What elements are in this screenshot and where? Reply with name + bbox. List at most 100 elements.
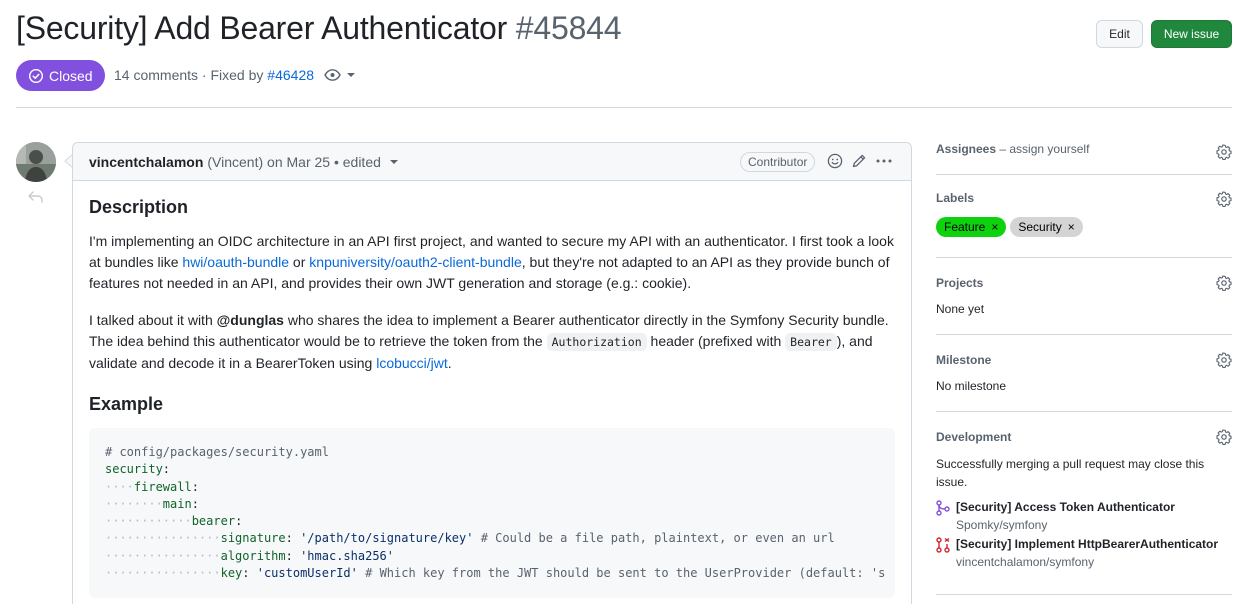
label-name: Feature bbox=[944, 220, 986, 234]
code-key: algorithm bbox=[220, 548, 286, 563]
sidebar-assignees: Assignees – assign yourself bbox=[936, 138, 1232, 175]
code-colon: : bbox=[191, 496, 199, 511]
git-merged-icon bbox=[936, 500, 950, 516]
kebab-horizontal-icon[interactable] bbox=[875, 153, 893, 169]
issue-comment: vincentchalamon (Vincent) on Mar 25 • ed… bbox=[72, 142, 912, 604]
status-badge: Closed bbox=[16, 60, 105, 91]
code-colon: : bbox=[162, 462, 171, 477]
avatar[interactable] bbox=[16, 142, 56, 182]
code-line: ················signature: '/path/to/sig… bbox=[105, 530, 879, 547]
smiley-icon[interactable] bbox=[827, 153, 843, 169]
status-label: Closed bbox=[49, 67, 93, 84]
issue-title-text: [Security] Add Bearer Authenticator bbox=[16, 10, 508, 46]
assign-yourself-link[interactable]: – assign yourself bbox=[996, 142, 1089, 156]
eye-icon bbox=[324, 69, 341, 81]
code-indent: ················ bbox=[105, 548, 221, 563]
code-value: 'hmac.sha256' bbox=[300, 548, 394, 563]
comment-header: vincentchalamon (Vincent) on Mar 25 • ed… bbox=[73, 143, 911, 181]
link-lcobucci-jwt[interactable]: lcobucci/jwt bbox=[376, 355, 448, 371]
gear-icon[interactable] bbox=[1216, 429, 1232, 445]
code-block: # config/packages/security.yaml security:… bbox=[89, 428, 895, 599]
mention-dunglas[interactable]: @dunglas bbox=[217, 312, 284, 328]
sidebar-development: Development Successfully merging a pull … bbox=[936, 412, 1232, 595]
milestone-title: Milestone bbox=[936, 353, 992, 367]
issue-title: [Security] Add Bearer Authenticator #458… bbox=[16, 10, 622, 47]
git-pr-closed-icon bbox=[936, 537, 950, 553]
labels-title: Labels bbox=[936, 191, 975, 205]
fixed-by-link[interactable]: #46428 bbox=[267, 67, 314, 83]
remove-icon[interactable]: × bbox=[1068, 220, 1075, 234]
comment-meta[interactable]: (Vincent) on Mar 25 • edited bbox=[207, 154, 381, 170]
text: . bbox=[447, 355, 452, 371]
sidebar: Assignees – assign yourself Labels Featu… bbox=[936, 138, 1232, 595]
reply-icon bbox=[28, 191, 43, 203]
pr-repo[interactable]: Spomky/symfony bbox=[956, 515, 1175, 535]
code-key: signature bbox=[220, 531, 286, 546]
issue-closed-icon bbox=[28, 68, 44, 83]
linked-pr[interactable]: [Security] Implement HttpBearerAuthentic… bbox=[936, 536, 1232, 572]
code-value: 'customUserId' bbox=[256, 566, 358, 581]
projects-title: Projects bbox=[936, 276, 984, 290]
code-key: main bbox=[162, 496, 192, 511]
milestone-value: No milestone bbox=[936, 379, 1007, 393]
assignees-title: Assignees bbox=[936, 142, 997, 156]
gear-icon[interactable] bbox=[1216, 191, 1232, 207]
code-key: bearer bbox=[191, 514, 236, 529]
code-line: ················key: 'customUserId' # Wh… bbox=[105, 565, 885, 582]
fixed-by-prefix: · Fixed by bbox=[198, 67, 268, 83]
comment-body: Description I'm implementing an OIDC arc… bbox=[73, 181, 911, 604]
development-text: Successfully merging a pull request may … bbox=[936, 457, 1205, 489]
label-feature[interactable]: Feature × bbox=[936, 217, 1007, 237]
pencil-icon[interactable] bbox=[851, 153, 867, 169]
gear-icon[interactable] bbox=[1216, 275, 1232, 291]
paragraph-1: I'm implementing an OIDC architecture in… bbox=[89, 231, 895, 294]
code-line: # config/packages/security.yaml bbox=[105, 444, 879, 461]
code-indent: ················ bbox=[105, 531, 221, 546]
sidebar-milestone: Milestone No milestone bbox=[936, 335, 1232, 412]
header-divider bbox=[16, 107, 1232, 108]
chevron-down-icon[interactable] bbox=[389, 158, 398, 166]
comment-author[interactable]: vincentchalamon bbox=[89, 154, 203, 170]
code-value: '/path/to/signature/key' bbox=[300, 531, 474, 546]
remove-icon[interactable]: × bbox=[991, 220, 998, 234]
label-security[interactable]: Security × bbox=[1010, 217, 1083, 237]
code-colon: : bbox=[285, 531, 301, 546]
example-heading: Example bbox=[89, 394, 164, 414]
inline-code: Bearer bbox=[785, 333, 837, 351]
code-line: ········main: bbox=[105, 496, 879, 513]
linked-pr[interactable]: [Security] Access Token Authenticator Spo… bbox=[936, 499, 1232, 535]
code-colon: : bbox=[242, 566, 257, 581]
text: or bbox=[289, 254, 310, 270]
code-line: ············bearer: bbox=[105, 513, 879, 530]
code-indent: ················ bbox=[105, 566, 221, 581]
link-hwi-oauth-bundle[interactable]: hwi/oauth-bundle bbox=[182, 254, 289, 270]
code-comment: # config/packages/security.yaml bbox=[105, 445, 329, 459]
watch-dropdown[interactable] bbox=[324, 67, 355, 83]
new-issue-button[interactable]: New issue bbox=[1151, 20, 1232, 48]
issue-number: #45844 bbox=[515, 10, 622, 46]
sidebar-labels: Labels Feature × Security × bbox=[936, 175, 1232, 258]
pr-title[interactable]: [Security] Access Token Authenticator bbox=[956, 499, 1175, 515]
edit-button[interactable]: Edit bbox=[1096, 20, 1143, 48]
link-knpuniversity-bundle[interactable]: knpuniversity/oauth2-client-bundle bbox=[309, 254, 521, 270]
code-indent: ············ bbox=[105, 514, 192, 529]
gear-icon[interactable] bbox=[1216, 144, 1232, 160]
code-colon: : bbox=[235, 514, 243, 529]
paragraph-2: I talked about it with @dunglas who shar… bbox=[89, 310, 895, 374]
contributor-badge: Contributor bbox=[740, 152, 816, 172]
gear-icon[interactable] bbox=[1216, 352, 1232, 368]
pr-repo[interactable]: vincentchalamon/symfony bbox=[956, 552, 1218, 572]
projects-value: None yet bbox=[936, 302, 985, 316]
labels-list: Feature × Security × bbox=[936, 217, 1232, 237]
inline-code: Authorization bbox=[546, 333, 647, 351]
development-title: Development bbox=[936, 430, 1012, 444]
code-indent: ········ bbox=[105, 496, 163, 511]
code-line: ····firewall: bbox=[105, 479, 879, 496]
text: I talked about it with bbox=[89, 312, 217, 328]
pr-title[interactable]: [Security] Implement HttpBearerAuthentic… bbox=[956, 536, 1218, 552]
code-key: firewall bbox=[133, 479, 192, 494]
chevron-down-icon bbox=[347, 73, 355, 77]
code-colon: : bbox=[285, 548, 301, 563]
sidebar-projects: Projects None yet bbox=[936, 258, 1232, 335]
code-line: security: bbox=[105, 461, 879, 478]
